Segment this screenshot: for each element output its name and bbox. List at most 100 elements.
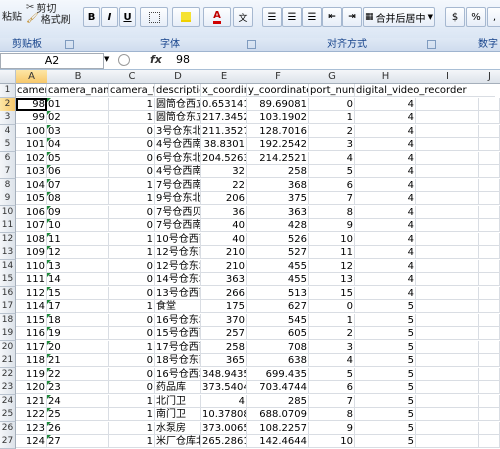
- empty-cell[interactable]: [479, 192, 500, 205]
- table-cell[interactable]: 24: [47, 394, 109, 408]
- empty-cell[interactable]: [416, 354, 479, 367]
- table-cell[interactable]: 16号仓东北: [155, 313, 201, 327]
- table-cell[interactable]: 40: [201, 232, 247, 246]
- table-cell[interactable]: 01: [47, 97, 109, 111]
- table-cell[interactable]: 9号仓东北立: [155, 192, 201, 205]
- empty-cell[interactable]: [479, 138, 500, 151]
- empty-cell[interactable]: [479, 394, 500, 408]
- table-cell[interactable]: 02: [47, 111, 109, 124]
- row-header[interactable]: 14: [0, 259, 16, 274]
- table-cell[interactable]: 708: [247, 340, 309, 354]
- row-header[interactable]: 4: [0, 124, 16, 139]
- table-cell[interactable]: 7号仓西南: [155, 219, 201, 232]
- column-header-h[interactable]: H: [355, 70, 417, 84]
- table-cell[interactable]: 105: [16, 192, 47, 205]
- empty-cell[interactable]: [416, 178, 479, 192]
- table-cell[interactable]: 18: [47, 313, 109, 327]
- table-cell[interactable]: 12号仓东北: [155, 259, 201, 273]
- table-cell[interactable]: 98: [16, 97, 47, 111]
- empty-cell[interactable]: [479, 367, 500, 381]
- table-cell[interactable]: 4: [355, 232, 416, 246]
- table-cell[interactable]: 0: [309, 300, 355, 313]
- table-cell[interactable]: 627: [247, 300, 309, 313]
- table-cell[interactable]: 363: [201, 273, 247, 286]
- table-cell[interactable]: 5: [355, 435, 416, 448]
- empty-cell[interactable]: [479, 151, 500, 165]
- table-cell[interactable]: 363: [247, 205, 309, 219]
- table-cell[interactable]: 27: [47, 435, 109, 448]
- header-cell[interactable]: digital_video_recorder: [355, 84, 495, 97]
- table-cell[interactable]: 3号仓东北立: [155, 124, 201, 138]
- table-cell[interactable]: 11: [309, 246, 355, 259]
- table-cell[interactable]: 118: [16, 354, 47, 367]
- table-cell[interactable]: 20: [47, 340, 109, 354]
- table-cell[interactable]: 5: [355, 381, 416, 394]
- empty-cell[interactable]: [479, 246, 500, 259]
- table-cell[interactable]: 121: [16, 394, 47, 408]
- empty-cell[interactable]: [416, 97, 479, 111]
- table-cell[interactable]: 13: [309, 273, 355, 286]
- table-cell[interactable]: 07: [47, 178, 109, 192]
- table-cell[interactable]: 373.5404: [201, 381, 247, 394]
- table-cell[interactable]: 05: [47, 151, 109, 165]
- empty-cell[interactable]: [479, 354, 500, 367]
- table-cell[interactable]: 0: [109, 286, 155, 300]
- empty-cell[interactable]: [479, 286, 500, 300]
- column-header-f[interactable]: F: [247, 70, 310, 84]
- table-cell[interactable]: 圆筒仓东立: [155, 111, 201, 124]
- table-cell[interactable]: 10: [309, 435, 355, 448]
- table-cell[interactable]: 5: [355, 340, 416, 354]
- empty-cell[interactable]: [416, 273, 479, 286]
- empty-cell[interactable]: [416, 246, 479, 259]
- empty-cell[interactable]: [479, 178, 500, 192]
- table-cell[interactable]: 7: [309, 192, 355, 205]
- table-cell[interactable]: 0: [109, 273, 155, 286]
- table-cell[interactable]: 1: [109, 435, 155, 448]
- empty-cell[interactable]: [416, 340, 479, 354]
- table-cell[interactable]: 12: [47, 246, 109, 259]
- table-cell[interactable]: 210: [201, 246, 247, 259]
- table-cell[interactable]: 23: [47, 381, 109, 394]
- table-cell[interactable]: 4: [355, 273, 416, 286]
- fill-color-button[interactable]: [172, 7, 200, 27]
- table-cell[interactable]: 10.37808: [201, 408, 247, 421]
- table-cell[interactable]: 15: [309, 286, 355, 300]
- table-cell[interactable]: 7号仓西贝: [155, 205, 201, 219]
- table-cell[interactable]: 0: [109, 219, 155, 232]
- column-header-d[interactable]: D: [155, 70, 202, 84]
- table-cell[interactable]: 638: [247, 354, 309, 367]
- table-cell[interactable]: 4: [355, 205, 416, 219]
- table-cell[interactable]: 0: [309, 97, 355, 111]
- alignment-launcher-icon[interactable]: [427, 40, 436, 49]
- table-cell[interactable]: 4: [201, 394, 247, 408]
- table-cell[interactable]: 19: [47, 327, 109, 340]
- row-header[interactable]: 15: [0, 273, 16, 287]
- empty-cell[interactable]: [479, 259, 500, 273]
- empty-cell[interactable]: [416, 300, 479, 313]
- table-cell[interactable]: 13号仓西南: [155, 286, 201, 300]
- row-header[interactable]: 12: [0, 232, 16, 247]
- table-cell[interactable]: 124: [16, 435, 47, 448]
- row-header[interactable]: 8: [0, 178, 16, 193]
- empty-cell[interactable]: [416, 205, 479, 219]
- table-cell[interactable]: 545: [247, 313, 309, 327]
- header-cell[interactable]: camera_name: [47, 84, 109, 97]
- table-cell[interactable]: 5: [355, 408, 416, 421]
- phonetic-button[interactable]: 文: [233, 7, 253, 27]
- table-cell[interactable]: 25: [47, 408, 109, 421]
- header-cell[interactable]: y_coordinate: [247, 84, 309, 97]
- row-header[interactable]: 9: [0, 192, 16, 206]
- format-painter-button[interactable]: 🖌 格式刷: [26, 12, 71, 26]
- table-cell[interactable]: 1: [309, 313, 355, 327]
- table-cell[interactable]: 21: [47, 354, 109, 367]
- table-cell[interactable]: 428: [247, 219, 309, 232]
- table-cell[interactable]: 9: [309, 219, 355, 232]
- empty-cell[interactable]: [416, 192, 479, 205]
- empty-cell[interactable]: [479, 205, 500, 219]
- table-cell[interactable]: 4: [355, 178, 416, 192]
- table-cell[interactable]: 108: [16, 232, 47, 246]
- table-cell[interactable]: 103: [16, 165, 47, 178]
- table-cell[interactable]: 0: [109, 205, 155, 219]
- table-cell[interactable]: 4: [355, 286, 416, 300]
- row-header[interactable]: 7: [0, 165, 16, 179]
